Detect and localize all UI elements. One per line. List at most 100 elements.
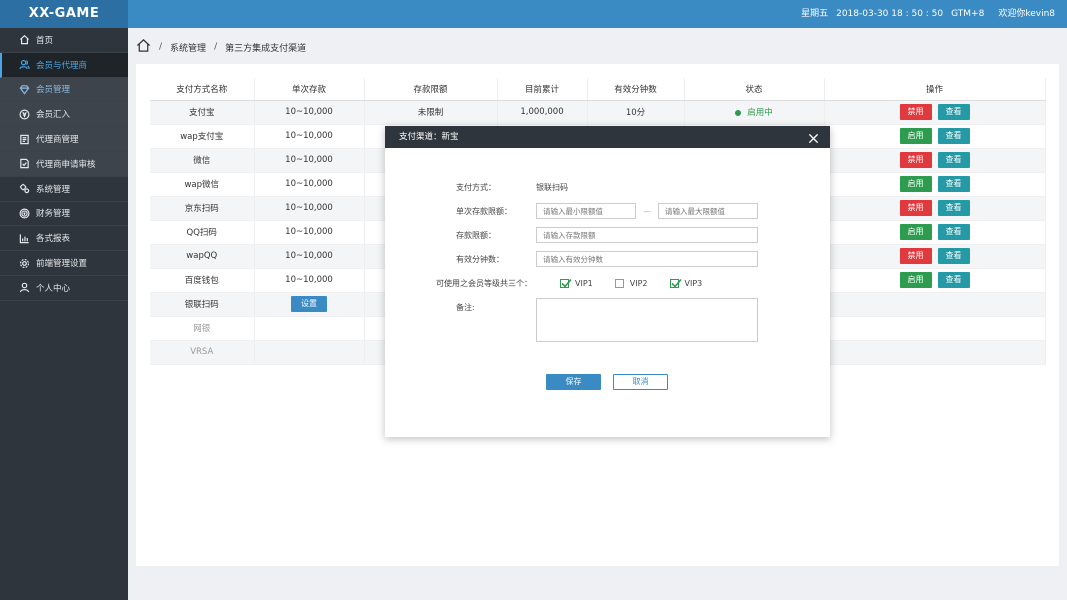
col-header-actions: 操作 [824,78,1046,101]
diamond-icon [18,83,30,95]
cell-name: 银联扫码 [150,292,255,317]
sidebar-item-label: 财务管理 [36,209,71,220]
max-limit-input[interactable] [658,203,758,219]
close-icon[interactable] [808,131,819,144]
col-header-minutes: 有效分钟数 [587,78,685,101]
table-row: 支付宝 10~10,000 未限制 1,000,000 10分 启用中 禁用 查看 [150,100,1046,125]
vip3-label: VIP3 [684,279,703,288]
disable-button[interactable]: 禁用 [899,248,932,264]
cell-name: 网银 [150,316,255,341]
welcome-user[interactable]: 欢迎你kevin8 [998,0,1055,28]
cell-name: 微信 [150,148,255,173]
cell-single: 10~10,000 [254,268,365,293]
row-vip-levels: 可使用之会员等级共三个： VIP1 VIP2 VIP3 [385,278,724,289]
breadcrumb-separator: / [159,42,163,52]
view-button[interactable]: 查看 [937,128,970,144]
sidebar-item-finance[interactable]: 财务管理 [0,202,128,227]
remark-textarea[interactable] [536,298,758,342]
save-button[interactable]: 保存 [546,374,601,390]
col-header-limit: 存款限额 [364,78,498,101]
cell-single: 10~10,000 [254,196,365,221]
cell-actions: 启用 查看 [824,220,1046,245]
vip3-checkbox[interactable]: VIP3 [669,278,703,288]
view-button[interactable]: 查看 [937,248,970,264]
app-logo[interactable]: XX-GAME [0,0,128,28]
view-button[interactable]: 查看 [937,272,970,288]
breadcrumb-system[interactable]: 系统管理 [170,41,206,54]
weekday: 星期五 [801,9,829,19]
setup-button[interactable]: 设置 [291,296,327,312]
disable-button[interactable]: 禁用 [899,200,932,216]
single-limit-label: 单次存款限额： [456,206,512,216]
sidebar-item-label: 代理商管理 [36,135,79,146]
status-badge: 启用中 [747,108,773,118]
coin-icon [18,207,30,219]
view-button[interactable]: 查看 [937,176,970,192]
sidebar-item-reports[interactable]: 各式报表 [0,226,128,252]
enable-button[interactable]: 启用 [899,176,932,192]
cell-actions: 启用 查看 [824,268,1046,293]
enable-button[interactable]: 启用 [899,128,932,144]
cell-name: wapQQ [150,244,255,269]
view-button[interactable]: 查看 [937,200,970,216]
status-dot [735,109,742,116]
enable-button[interactable]: 启用 [899,224,932,240]
disable-button[interactable]: 禁用 [899,104,932,120]
checkbox-unchecked-icon [614,279,624,288]
payment-channel-dialog: 支付渠道：新宝 支付方式： 银联扫码 单次存款限额： — 存款限额： 有效分钟数… [385,126,830,437]
sidebar-item-members-agents[interactable]: 会员与代理商 [0,52,128,78]
datetime: 2018-03-30 18 : 50 : 50 [836,9,944,19]
sidebar-item-home[interactable]: 首页 [0,28,128,53]
sidebar-item-agent-management[interactable]: 代理商管理 [0,127,128,152]
cancel-button[interactable]: 取消 [613,374,668,390]
cell-name: 支付宝 [150,100,255,125]
col-header-total: 目前累计 [497,78,588,101]
table-header-row: 支付方式名称 单次存款 存款限额 目前累计 有效分钟数 状态 操作 [150,78,1046,101]
cell-single: 10~10,000 [254,244,365,269]
cell-name: QQ扫码 [150,220,255,245]
sidebar-item-frontend-settings[interactable]: 前端管理设置 [0,251,128,276]
sidebar-item-member-management[interactable]: 会员管理 [0,77,128,103]
cell-status: 启用中 [684,100,825,125]
row-payment-method: 支付方式： 银联扫码 [385,182,568,193]
cell-name: 百度钱包 [150,268,255,293]
person-icon [18,282,30,294]
sidebar-item-member-import[interactable]: 会员汇入 [0,102,128,128]
sidebar-item-label: 会员汇入 [36,110,71,121]
currency-icon [18,108,30,120]
cell-name: 京东扫码 [150,196,255,221]
vip2-checkbox[interactable]: VIP2 [614,279,648,288]
deposit-limit-input[interactable] [536,227,758,243]
cell-limit: 未限制 [364,100,498,125]
cell-single: 10~10,000 [254,220,365,245]
dialog-title: 支付渠道：新宝 [399,132,459,142]
sidebar-item-label: 系统管理 [36,184,71,195]
valid-minutes-label: 有效分钟数： [456,254,504,264]
min-limit-input[interactable] [536,203,636,219]
cell-name: VRSA [150,340,255,365]
home-icon[interactable] [136,38,151,56]
sidebar-item-label: 个人中心 [36,283,71,294]
cell-single: 10~10,000 [254,148,365,173]
enable-button[interactable]: 启用 [899,272,932,288]
top-bar: XX-GAME 星期五 2018-03-30 18 : 50 : 50 GTM+… [0,0,1067,28]
view-button[interactable]: 查看 [937,224,970,240]
cell-actions: 禁用 查看 [824,244,1046,269]
vip1-checkbox[interactable]: VIP1 [560,278,593,288]
cell-name: wap微信 [150,172,255,197]
breadcrumb: / 系统管理 / 第三方集成支付渠道 [136,36,306,58]
sidebar-item-system[interactable]: 系统管理 [0,177,128,202]
cell-actions: 禁用 查看 [824,148,1046,173]
sidebar-item-agent-review[interactable]: 代理商申请审核 [0,151,128,177]
payment-method-value: 银联扫码 [536,183,568,192]
sidebar-item-label: 会员管理 [36,85,71,96]
gear-icon [18,257,30,269]
view-button[interactable]: 查看 [937,152,970,168]
cell-single: 10~10,000 [254,172,365,197]
sidebar-item-profile[interactable]: 个人中心 [0,276,128,301]
col-header-status: 状态 [684,78,825,101]
disable-button[interactable]: 禁用 [899,152,932,168]
checkbox-checked-icon [669,278,682,288]
valid-minutes-input[interactable] [536,251,758,267]
view-button[interactable]: 查看 [937,104,970,120]
